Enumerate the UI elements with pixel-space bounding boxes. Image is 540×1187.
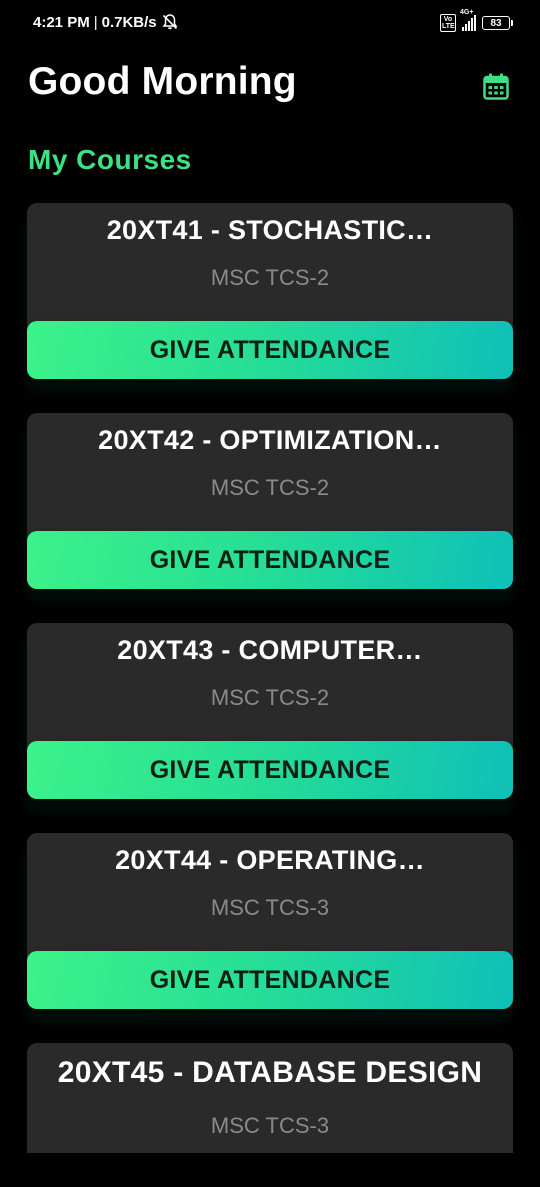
- signal-icon: 4G+: [460, 9, 476, 31]
- course-class: MSC TCS-3: [210, 1113, 330, 1138]
- course-title: 20XT44 - OPERATING…: [115, 845, 425, 875]
- course-list: 20XT41 - STOCHASTIC… MSC TCS-2 GIVE ATTE…: [27, 203, 513, 1187]
- course-card[interactable]: 20XT41 - STOCHASTIC… MSC TCS-2 GIVE ATTE…: [27, 203, 513, 379]
- status-bar: 4:21 PM | 0.7KB/s Vo LTE 4G+ 83: [0, 0, 540, 46]
- battery-icon: 83: [482, 16, 513, 30]
- status-time: 4:21 PM: [33, 13, 90, 31]
- course-card[interactable]: 20XT43 - COMPUTER… MSC TCS-2 GIVE ATTEND…: [27, 623, 513, 799]
- bell-muted-icon: [161, 13, 179, 31]
- volte-icon: Vo LTE: [440, 14, 456, 32]
- course-class: MSC TCS-3: [210, 895, 330, 920]
- battery-level: 83: [490, 17, 502, 29]
- course-card[interactable]: 20XT44 - OPERATING… MSC TCS-3 GIVE ATTEN…: [27, 833, 513, 1009]
- course-card[interactable]: 20XT45 - DATABASE DESIGN MSC TCS-3: [27, 1043, 513, 1153]
- give-attendance-button[interactable]: GIVE ATTENDANCE: [27, 321, 513, 379]
- status-separator: |: [93, 13, 98, 31]
- course-class: MSC TCS-2: [210, 475, 330, 500]
- network-type-label: 4G+: [460, 9, 474, 16]
- status-left: 4:21 PM | 0.7KB/s: [33, 13, 179, 31]
- course-title: 20XT41 - STOCHASTIC…: [106, 215, 434, 245]
- status-network-speed: 0.7KB/s: [101, 13, 157, 31]
- course-title: 20XT42 - OPTIMIZATION…: [98, 425, 442, 455]
- give-attendance-button[interactable]: GIVE ATTENDANCE: [27, 741, 513, 799]
- course-class: MSC TCS-2: [210, 265, 330, 290]
- give-attendance-button[interactable]: GIVE ATTENDANCE: [27, 531, 513, 589]
- status-right: Vo LTE 4G+ 83: [440, 9, 513, 33]
- greeting-title: Good Morning: [28, 60, 297, 103]
- course-card[interactable]: 20XT42 - OPTIMIZATION… MSC TCS-2 GIVE AT…: [27, 413, 513, 589]
- give-attendance-button[interactable]: GIVE ATTENDANCE: [27, 951, 513, 1009]
- course-class: MSC TCS-2: [210, 685, 330, 710]
- course-title: 20XT43 - COMPUTER…: [117, 635, 423, 665]
- section-title-my-courses: My Courses: [28, 144, 192, 175]
- calendar-icon: [483, 73, 509, 100]
- course-title: 20XT45 - DATABASE DESIGN: [57, 1056, 483, 1089]
- calendar-button[interactable]: [480, 70, 512, 102]
